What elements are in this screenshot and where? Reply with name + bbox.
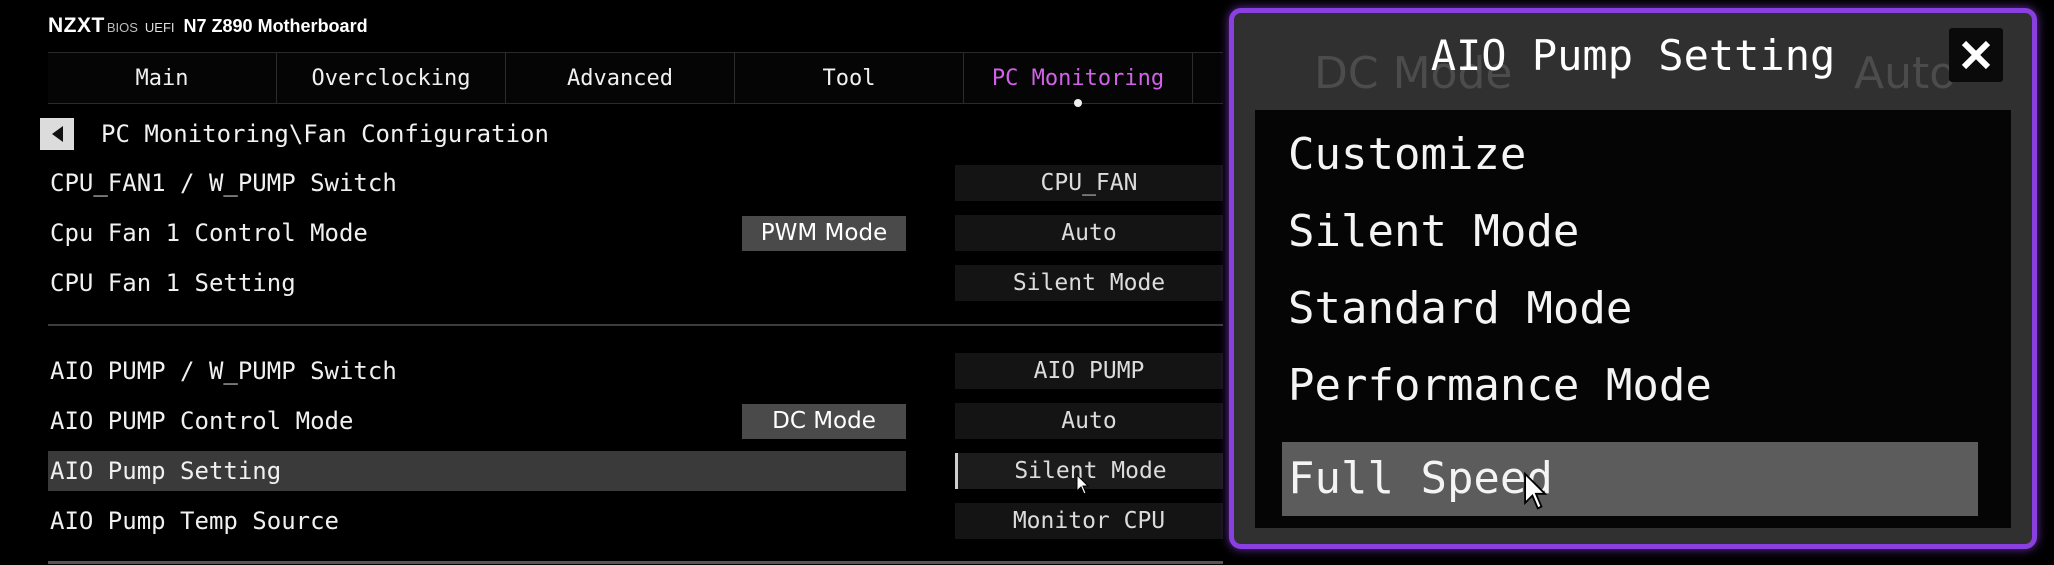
setting-label: CPU Fan 1 Setting [50, 269, 296, 297]
setting-row-aio-pump-temp-source[interactable]: AIO Pump Temp Source Monitor CPU [48, 501, 1223, 541]
option-performance-mode[interactable]: Performance Mode [1282, 349, 1978, 423]
setting-label: AIO Pump Temp Source [50, 507, 339, 535]
tab-main[interactable]: Main [48, 53, 277, 103]
setting-row-aio-pump-switch[interactable]: AIO PUMP / W_PUMP Switch AIO PUMP [48, 351, 1223, 391]
option-full-speed[interactable]: Full Speed [1282, 442, 1978, 516]
tab-label: Main [135, 65, 189, 91]
setting-value-button[interactable]: Silent Mode [955, 265, 1223, 301]
mouse-cursor-icon [1523, 471, 1549, 516]
bios-brand: NZXT BIOS UEFI N7 Z890 Motherboard [48, 14, 368, 40]
active-tab-indicator [1074, 99, 1082, 107]
tab-label: PC Monitoring [991, 65, 1165, 91]
section-divider [48, 324, 1223, 326]
option-standard-mode[interactable]: Standard Mode [1282, 272, 1978, 346]
tab-label: Overclocking [311, 65, 471, 91]
setting-label: Cpu Fan 1 Control Mode [50, 219, 368, 247]
nzxt-logo: NZXT [48, 14, 105, 37]
option-customize[interactable]: Customize [1282, 118, 1978, 192]
setting-row-cpu-fan1-control-mode[interactable]: Cpu Fan 1 Control Mode PWM Mode Auto [48, 213, 1223, 253]
bios-label: BIOS [106, 20, 138, 35]
uefi-label: UEFI [144, 20, 175, 35]
breadcrumb: PC Monitoring\Fan Configuration [40, 116, 549, 152]
setting-value-button[interactable]: AIO PUMP [955, 353, 1223, 389]
setting-value-button[interactable]: Auto [955, 215, 1223, 251]
setting-row-aio-pump-setting[interactable]: AIO Pump Setting Silent Mode [48, 451, 1223, 491]
tab-label: Advanced [567, 65, 673, 91]
tab-overclocking[interactable]: Overclocking [277, 53, 506, 103]
setting-label: CPU_FAN1 / W_PUMP Switch [50, 169, 397, 197]
motherboard-model: N7 Z890 Motherboard [183, 16, 368, 36]
mode-badge: DC Mode [742, 404, 906, 439]
dialog-title: AIO Pump Setting [1430, 31, 1836, 80]
tab-pc-monitoring[interactable]: PC Monitoring [964, 53, 1193, 107]
back-button[interactable] [40, 118, 74, 150]
breadcrumb-path: PC Monitoring\Fan Configuration [101, 120, 549, 148]
setting-row-cpu-fan1-switch[interactable]: CPU_FAN1 / W_PUMP Switch CPU_FAN [48, 163, 1223, 203]
bottom-divider [48, 561, 1223, 564]
close-button[interactable] [1949, 28, 2003, 82]
setting-value-button[interactable]: Auto [955, 403, 1223, 439]
setting-label: AIO PUMP Control Mode [50, 407, 354, 435]
option-list: Customize Silent Mode Standard Mode Perf… [1255, 110, 2011, 528]
mouse-cursor-icon [1076, 473, 1090, 500]
tab-advanced[interactable]: Advanced [506, 53, 735, 103]
setting-label: AIO PUMP / W_PUMP Switch [50, 357, 397, 385]
setting-value-button[interactable]: Monitor CPU [955, 503, 1223, 539]
setting-label: AIO Pump Setting [50, 457, 282, 485]
mode-badge: PWM Mode [742, 216, 906, 251]
aio-pump-setting-dialog: DC Mode Auto AIO Pump Setting Customize … [1229, 8, 2037, 549]
setting-value-button[interactable]: CPU_FAN [955, 165, 1223, 201]
back-arrow-icon [51, 126, 63, 142]
tab-tool[interactable]: Tool [735, 53, 964, 103]
tab-label: Tool [822, 65, 876, 91]
setting-row-aio-pump-control-mode[interactable]: AIO PUMP Control Mode DC Mode Auto [48, 401, 1223, 441]
close-icon [1959, 38, 1993, 72]
setting-row-cpu-fan1-setting[interactable]: CPU Fan 1 Setting Silent Mode [48, 263, 1223, 303]
option-silent-mode[interactable]: Silent Mode [1282, 195, 1978, 269]
main-tab-bar: Main Overclocking Advanced Tool PC Monit… [48, 52, 1223, 107]
